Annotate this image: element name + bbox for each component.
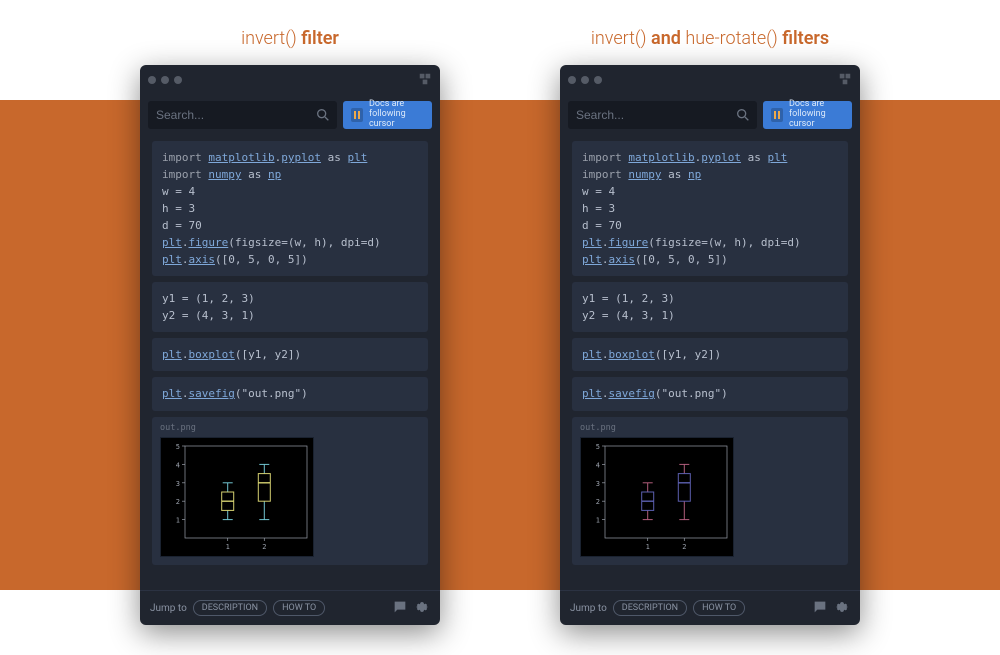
app-logo-icon (838, 71, 852, 90)
svg-text:2: 2 (176, 498, 180, 506)
docs-follow-button[interactable]: Docs are following cursor (343, 101, 432, 129)
pause-icon (771, 108, 783, 122)
code-block-4[interactable]: plt.savefig("out.png") (572, 377, 848, 410)
pause-icon (351, 108, 363, 122)
svg-text:2: 2 (262, 543, 266, 551)
heading-right-fn1: invert() (591, 28, 647, 49)
svg-text:5: 5 (176, 443, 180, 451)
svg-text:3: 3 (176, 479, 180, 487)
output-block: out.png 1 2 3 4 5 1 2 (572, 417, 848, 565)
svg-text:4: 4 (596, 461, 600, 469)
minimize-icon[interactable] (161, 76, 169, 84)
titlebar (560, 65, 860, 95)
heading-left-fn: invert() (241, 28, 297, 49)
code-block-1[interactable]: import matplotlib.pyplot as plt import n… (572, 141, 848, 276)
search-icon[interactable] (735, 107, 751, 127)
search-input-wrap (568, 101, 757, 129)
footer: Jump to DESCRIPTION HOW TO (140, 590, 440, 625)
panel-invert-hue: Docs are following cursor import matplot… (560, 65, 860, 625)
close-icon[interactable] (148, 76, 156, 84)
code-block-3[interactable]: plt.boxplot([y1, y2]) (572, 338, 848, 371)
search-bar: Docs are following cursor (140, 95, 440, 137)
docs-follow-button[interactable]: Docs are following cursor (763, 101, 852, 129)
gear-icon[interactable] (834, 599, 850, 618)
code-block-4[interactable]: plt.savefig("out.png") (152, 377, 428, 410)
close-icon[interactable] (568, 76, 576, 84)
output-plot: 1 2 3 4 5 1 2 (580, 437, 734, 557)
code-block-2[interactable]: y1 = (1, 2, 3) y2 = (4, 3, 1) (152, 282, 428, 332)
docs-follow-label: Docs are following cursor (369, 100, 424, 130)
app-logo-icon (418, 71, 432, 90)
jump-label: Jump to (570, 603, 607, 614)
window-controls[interactable] (568, 76, 602, 84)
heading-right-fn2: hue-rotate() (685, 28, 777, 49)
heading-right-and: and (647, 28, 686, 49)
svg-text:3: 3 (596, 479, 600, 487)
zoom-icon[interactable] (594, 76, 602, 84)
svg-text:1: 1 (646, 543, 650, 551)
jump-howto-button[interactable]: HOW TO (273, 600, 325, 616)
search-input[interactable] (568, 101, 757, 129)
output-filename: out.png (580, 423, 840, 433)
jump-description-button[interactable]: DESCRIPTION (193, 600, 267, 616)
heading-right: invert() and hue-rotate() filters (560, 28, 860, 49)
footer: Jump to DESCRIPTION HOW TO (560, 590, 860, 625)
code-block-3[interactable]: plt.boxplot([y1, y2]) (152, 338, 428, 371)
search-input-wrap (148, 101, 337, 129)
output-block: out.png 1 2 3 4 5 1 2 (152, 417, 428, 565)
gear-icon[interactable] (414, 599, 430, 618)
window-controls[interactable] (148, 76, 182, 84)
search-bar: Docs are following cursor (560, 95, 860, 137)
output-filename: out.png (160, 423, 420, 433)
heading-left-word: filter (297, 28, 339, 49)
docs-follow-label: Docs are following cursor (789, 100, 844, 130)
svg-text:1: 1 (226, 543, 230, 551)
chat-icon[interactable] (392, 599, 408, 618)
search-input[interactable] (148, 101, 337, 129)
svg-text:1: 1 (176, 516, 180, 524)
code-block-1[interactable]: import matplotlib.pyplot as plt import n… (152, 141, 428, 276)
minimize-icon[interactable] (581, 76, 589, 84)
titlebar (140, 65, 440, 95)
chat-icon[interactable] (812, 599, 828, 618)
code-block-2[interactable]: y1 = (1, 2, 3) y2 = (4, 3, 1) (572, 282, 848, 332)
svg-text:5: 5 (596, 443, 600, 451)
svg-text:4: 4 (176, 461, 180, 469)
jump-description-button[interactable]: DESCRIPTION (613, 600, 687, 616)
jump-howto-button[interactable]: HOW TO (693, 600, 745, 616)
panel-invert: Docs are following cursor import matplot… (140, 65, 440, 625)
search-icon[interactable] (315, 107, 331, 127)
jump-label: Jump to (150, 603, 187, 614)
svg-text:1: 1 (596, 516, 600, 524)
svg-text:2: 2 (596, 498, 600, 506)
heading-left: invert() filter (140, 28, 440, 49)
zoom-icon[interactable] (174, 76, 182, 84)
heading-right-word: filters (778, 28, 829, 49)
svg-text:2: 2 (682, 543, 686, 551)
output-plot: 1 2 3 4 5 1 2 (160, 437, 314, 557)
